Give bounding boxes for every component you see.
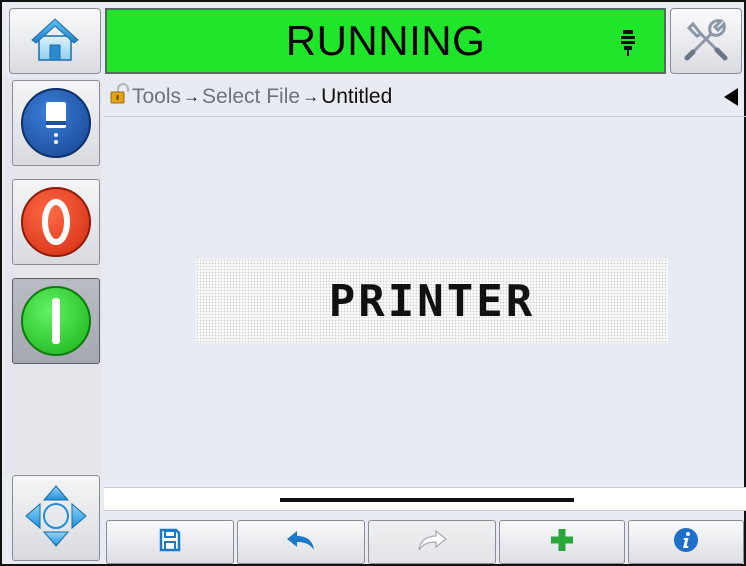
- printhead-icon: [620, 30, 636, 56]
- save-button[interactable]: [106, 520, 234, 564]
- tools-button[interactable]: [670, 8, 742, 74]
- breadcrumb-separator-arrow: →: [302, 87, 320, 106]
- app-window: RUNNING Tools → Select File → Untitled P…: [0, 0, 746, 566]
- redo-icon: [416, 529, 448, 556]
- printer-status-bar[interactable]: RUNNING: [105, 8, 666, 74]
- message-scrollbar[interactable]: [104, 487, 746, 511]
- add-button[interactable]: [499, 520, 625, 564]
- preview-text: PRINTER: [328, 275, 536, 327]
- scrollbar-thumb[interactable]: [280, 498, 574, 502]
- breadcrumb: Tools → Select File → Untitled: [110, 82, 746, 112]
- ink-button[interactable]: [12, 80, 100, 166]
- breadcrumb-separator-arrow: →: [183, 87, 201, 106]
- back-arrow-icon[interactable]: [724, 88, 738, 106]
- ink-icon: [21, 88, 91, 158]
- breadcrumb-tools[interactable]: Tools: [132, 85, 181, 109]
- start-icon: [21, 286, 91, 356]
- navigation-arrows-icon: [24, 484, 88, 553]
- start-button[interactable]: [12, 278, 100, 364]
- info-icon: [673, 527, 699, 558]
- breadcrumb-current-file: Untitled: [321, 85, 393, 108]
- save-icon: [159, 528, 181, 557]
- navigation-button[interactable]: [12, 475, 100, 561]
- stop-icon: [21, 187, 91, 257]
- message-preview[interactable]: PRINTER: [196, 259, 668, 343]
- home-icon: [30, 16, 80, 67]
- undo-icon: [285, 529, 317, 556]
- lock-icon: [110, 83, 130, 111]
- status-text: RUNNING: [285, 17, 486, 64]
- tools-icon: [683, 16, 729, 67]
- breadcrumb-select-file[interactable]: Select File: [202, 85, 300, 109]
- breadcrumb-divider: [104, 116, 746, 117]
- info-button[interactable]: [628, 520, 744, 564]
- home-button[interactable]: [9, 8, 101, 74]
- redo-button[interactable]: [368, 520, 496, 564]
- undo-button[interactable]: [237, 520, 365, 564]
- add-icon: [550, 528, 574, 557]
- stop-button[interactable]: [12, 179, 100, 265]
